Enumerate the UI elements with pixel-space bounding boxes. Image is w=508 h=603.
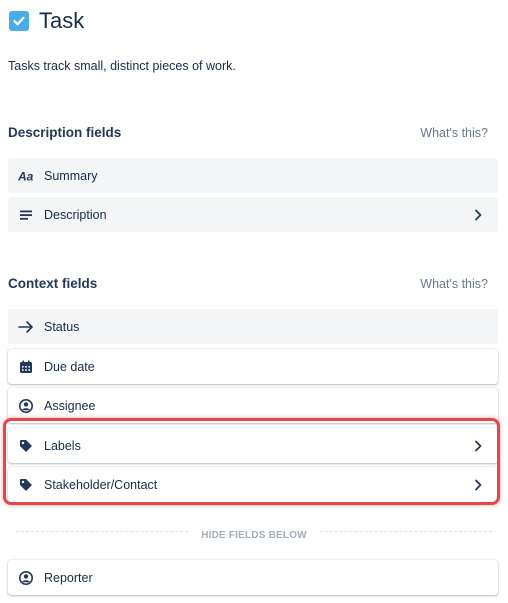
paragraph-lines-icon	[18, 207, 34, 223]
issue-type-header: Task	[9, 8, 84, 34]
task-checkbox-icon	[9, 11, 29, 31]
section-title: Context fields	[8, 276, 98, 291]
field-label: Due date	[44, 359, 95, 374]
chevron-right-icon[interactable]	[470, 207, 486, 223]
page-title: Task	[39, 8, 85, 33]
whats-this-link[interactable]: What's this?	[420, 277, 488, 291]
description-fields-header: Description fields What's this?	[8, 125, 488, 140]
field-label: Description	[44, 207, 107, 222]
hide-fields-divider-label[interactable]: HIDE FIELDS BELOW	[0, 525, 508, 543]
field-row-labels[interactable]: Labels	[8, 428, 498, 463]
calendar-icon	[18, 359, 34, 375]
issue-type-description: Tasks track small, distinct pieces of wo…	[8, 59, 236, 73]
field-label: Assignee	[44, 398, 96, 413]
section-title: Description fields	[8, 125, 122, 140]
field-label: Stakeholder/Contact	[44, 477, 158, 492]
arrow-right-icon	[18, 319, 34, 335]
field-row-summary[interactable]: Aa Summary	[8, 158, 498, 193]
svg-text:Aa: Aa	[18, 170, 34, 182]
chevron-right-icon[interactable]	[470, 438, 486, 454]
tag-icon	[18, 438, 34, 454]
field-row-assignee[interactable]: Assignee	[8, 388, 498, 423]
tag-icon	[18, 477, 34, 493]
hide-fields-label: HIDE FIELDS BELOW	[189, 530, 319, 541]
field-row-description[interactable]: Description	[8, 197, 498, 232]
field-row-stakeholder-contact[interactable]: Stakeholder/Contact	[8, 467, 498, 502]
field-label: Reporter	[44, 570, 93, 585]
field-label: Labels	[44, 438, 81, 453]
person-circle-icon	[18, 398, 34, 414]
chevron-right-icon[interactable]	[470, 477, 486, 493]
person-circle-icon	[18, 570, 34, 586]
field-row-due-date[interactable]: Due date	[8, 349, 498, 384]
field-row-reporter[interactable]: Reporter	[8, 560, 498, 595]
field-label: Status	[44, 319, 80, 334]
text-format-icon: Aa	[18, 168, 34, 184]
context-fields-header: Context fields What's this?	[8, 276, 488, 291]
field-row-status[interactable]: Status	[8, 309, 498, 344]
field-label: Summary	[44, 168, 98, 183]
whats-this-link[interactable]: What's this?	[420, 126, 488, 140]
